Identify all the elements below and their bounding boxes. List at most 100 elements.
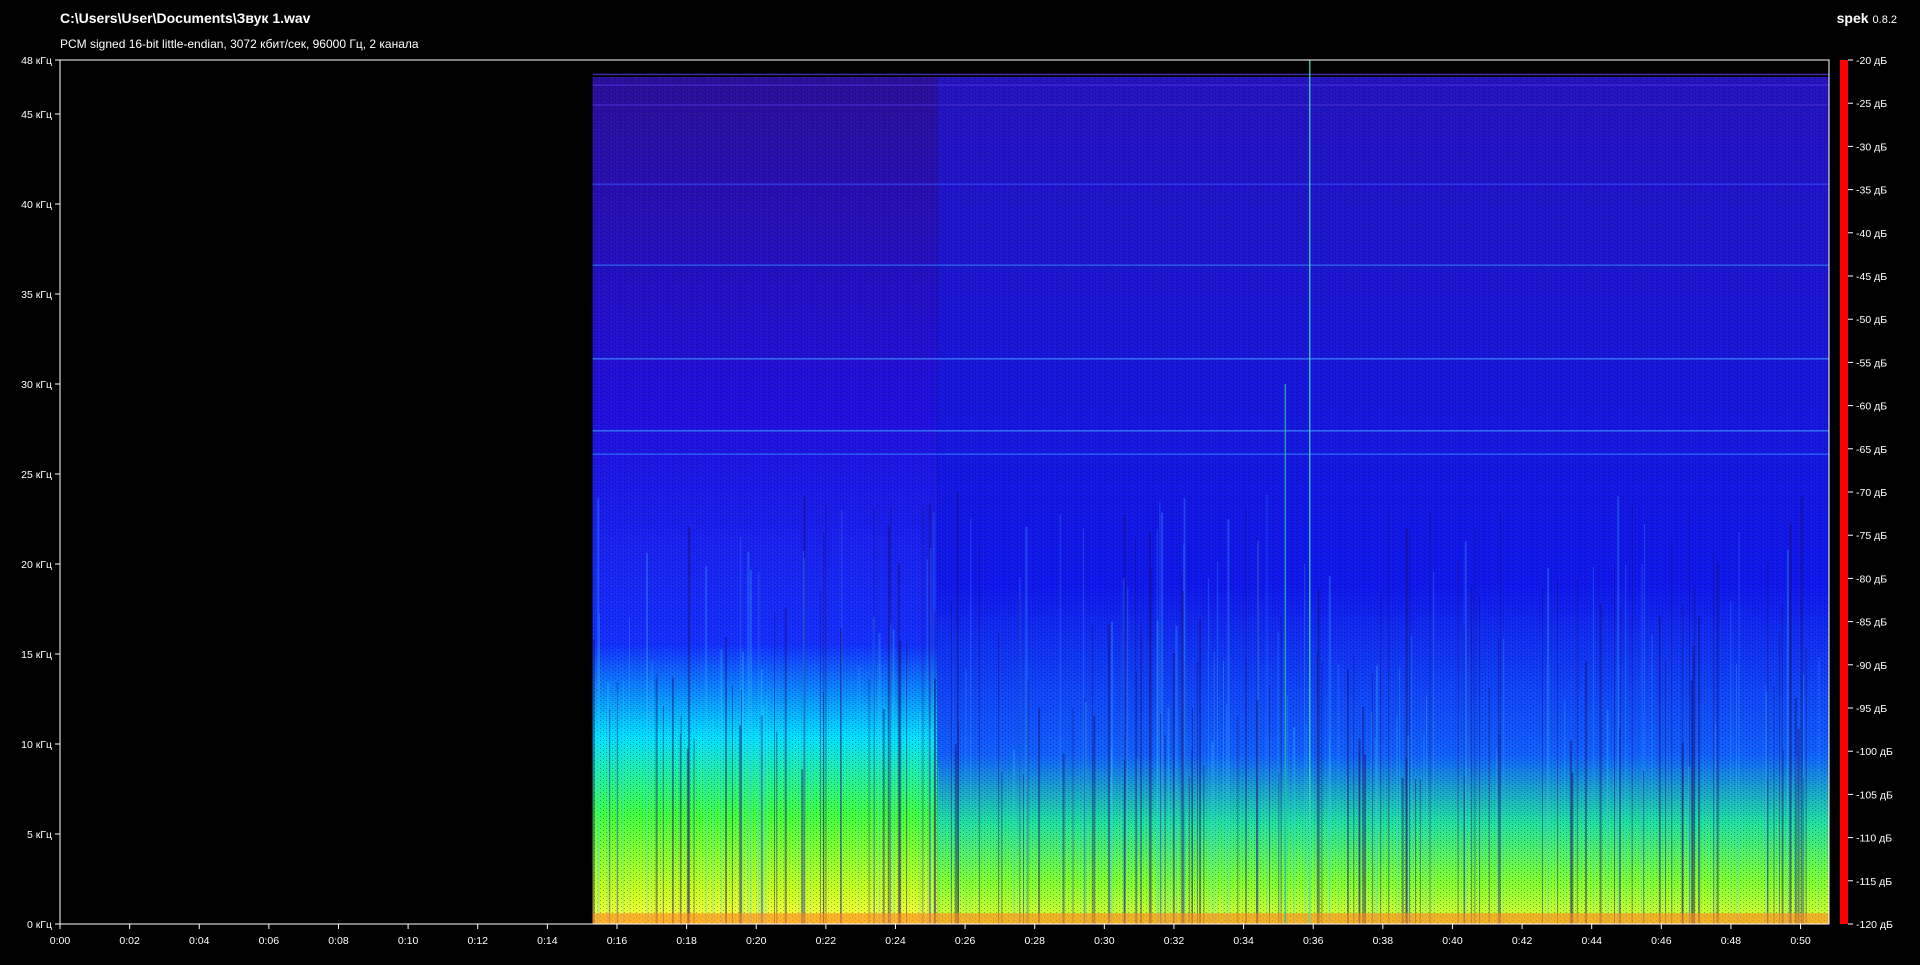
spectrum-streak [933,512,935,924]
spectrum-streak [1399,667,1401,924]
x-tick-label: 0:22 [816,935,837,947]
x-tick-label: 0:36 [1303,935,1324,947]
spectrum-streak [1027,679,1029,924]
spectrum-streak [1464,541,1467,924]
y-tick-label: 40 кГц [21,199,52,211]
colorbar-tick-label: -115 дБ [1856,876,1892,888]
spectrum-streak [623,680,625,924]
spectrum-streak [1818,657,1820,924]
spectrum-streak [646,553,648,924]
spectrum-streak [1372,673,1374,924]
spectrum-streak [954,744,957,924]
spectrum-streak [1371,711,1373,924]
spectrum-streak [1614,566,1615,924]
colorbar-tick-label: -50 дБ [1856,314,1887,326]
spectrogram-chart: 0:00 0:02 0:04 0:06 0:08 0:10 0:12 0:14 0:16 0:18… [21,55,1893,947]
spectrum-streak [598,613,600,924]
spectrum-streak [671,677,674,924]
x-tick-label: 0:24 [885,935,906,947]
spectrum-streak [810,765,812,924]
x-tick-label: 0:02 [119,935,140,947]
spectrum-streak [1237,715,1239,924]
spectrum-streak [1093,715,1096,924]
spectrum-streak [1293,727,1295,924]
spectrum-streak [756,727,757,924]
spectrum-streak [1797,728,1800,924]
spectrum-streak [1651,634,1653,924]
y-tick-label: 48 кГц [21,55,52,67]
spectrum-streak [1499,511,1501,924]
x-tick-label: 0:48 [1721,935,1742,947]
spectrum-streak [1794,697,1797,924]
spectrum-streak [1175,625,1178,924]
spectrum-streak [655,678,657,924]
x-tick-label: 0:14 [537,935,558,947]
spectrum-streak [890,623,892,924]
spectrum-streak [825,502,827,924]
colorbar-tick-label: -80 дБ [1856,573,1887,585]
spectrum-streak [686,748,689,924]
spectrum-streak [1411,636,1413,924]
spectrum-streak [1786,550,1789,924]
spectrum-streak [1140,621,1142,924]
colorbar-tick-label: -95 дБ [1856,703,1887,715]
spectrum-streak [1161,512,1163,924]
spectrum-streak [1082,528,1084,924]
spectrum-streak [1688,766,1691,924]
spectrum-streak [1019,577,1021,924]
colorbar-tick-label: -85 дБ [1856,617,1887,629]
spectrum-streak [1479,595,1481,924]
x-tick-label: 0:44 [1581,935,1602,947]
spectrum-streak [958,720,959,924]
colorbar: -20 дБ -25 дБ -30 дБ -35 дБ -40 дБ -45 дБ -50 … [1840,55,1893,931]
x-tick-label: 0:50 [1790,935,1811,947]
y-tick-label: 5 кГц [27,829,52,841]
spectrum-streak [712,718,715,924]
spectrum-streak [1183,543,1185,924]
x-tick-label: 0:30 [1094,935,1115,947]
colorbar-tick-label: -45 дБ [1856,271,1887,283]
spectrum-streak [965,668,967,924]
colorbar-tick-label: -55 дБ [1856,357,1887,369]
y-tick-label: 0 кГц [27,919,52,931]
spectrum-streak [651,661,653,924]
spectrum-streak [1564,699,1566,924]
spectrum-streak [820,590,821,924]
spectrum-streak [1280,616,1282,924]
spectrum-streak [1415,779,1416,924]
spectrum-streak [1698,616,1701,924]
spectrum-streak [1388,509,1390,924]
colorbar-tick-label: -35 дБ [1856,185,1887,197]
spectrum-streak [1643,771,1645,924]
spectrum-streak [1498,733,1500,924]
spectrum-streak [868,679,870,924]
colorbar-tick-label: -70 дБ [1856,487,1887,499]
spectrum-streak [1328,576,1331,924]
spectrum-streak [1286,694,1288,924]
spectrum-streak [1671,542,1673,924]
x-tick-label: 0:28 [1024,935,1045,947]
y-tick-label: 35 кГц [21,289,52,301]
y-tick-label: 30 кГц [21,379,52,391]
spectrum-streak [747,551,750,924]
spectrum-streak [1167,707,1170,924]
spectrum-streak [929,728,932,924]
spectrum-streak [1321,661,1323,924]
spectrum-streak [1606,709,1609,924]
spectrum-streak [1471,585,1473,924]
spectrum-streak [1025,526,1028,924]
spectrum-streak [823,533,825,924]
spectrum-streak [1716,563,1719,924]
spectrum-streak [1136,758,1138,924]
spectrum-streak [922,504,924,924]
spectrum-streak [1245,508,1247,924]
spectrum-streak [1304,563,1306,924]
spectrum-streak [1730,601,1732,924]
spectrum-streak [919,711,922,924]
spectrum-streak [1156,620,1159,924]
x-tick-label: 0:34 [1233,935,1254,947]
spectrum-streak [592,639,595,924]
spectrum-streak [616,682,618,924]
spectrum-streak [1127,586,1129,924]
spectrum-streak [1488,687,1490,924]
